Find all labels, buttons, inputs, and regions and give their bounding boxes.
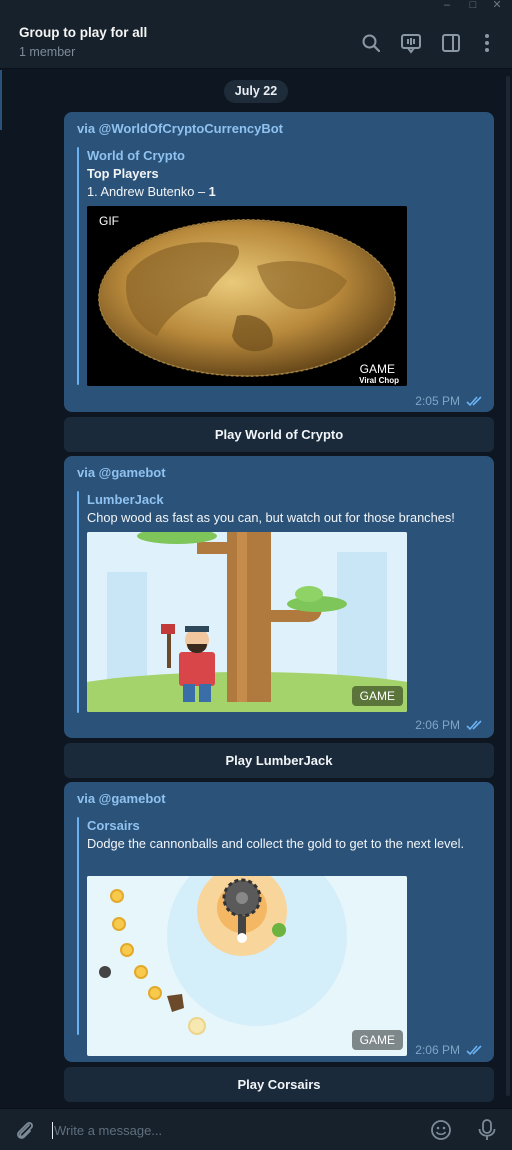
sidebar-icon[interactable] [440, 32, 462, 54]
game-title: LumberJack [87, 492, 164, 507]
game-badge: GAME [351, 686, 403, 706]
chat-title[interactable]: Group to play for all [19, 25, 147, 40]
game-message: via @gamebot LumberJack Chop wood as fas… [64, 456, 494, 738]
maximize-icon[interactable]: □ [466, 0, 480, 11]
game-preview-gif[interactable]: GIF GAME Viral Chop [87, 206, 407, 386]
via-bot-link[interactable]: via @WorldOfCryptoCurrencyBot [77, 121, 283, 136]
read-ticks-icon [466, 1045, 482, 1056]
quote-bar [77, 491, 79, 713]
minimize-icon[interactable]: – [440, 0, 454, 11]
more-icon[interactable] [476, 32, 498, 54]
game-title: Corsairs [87, 818, 140, 833]
date-separator: July 22 [224, 80, 288, 103]
crypto-globe-image [87, 206, 407, 386]
gif-badge: GIF [99, 214, 119, 228]
message-input[interactable] [54, 1118, 414, 1142]
microphone-icon[interactable] [476, 1118, 498, 1142]
game-title: World of Crypto [87, 148, 185, 163]
game-description: Chop wood as fast as you can, but watch … [87, 510, 455, 525]
chat-header: Group to play for all 1 member [0, 12, 512, 69]
emoji-icon[interactable] [430, 1119, 452, 1141]
play-world-of-crypto-button[interactable]: Play World of Crypto [64, 417, 494, 452]
via-bot-link[interactable]: via @gamebot [77, 791, 166, 806]
game-preview-image[interactable]: GAME [87, 876, 407, 1056]
message-composer [0, 1108, 512, 1150]
top-players-heading: Top Players [87, 166, 159, 181]
game-message: via @WorldOfCryptoCurrencyBot World of C… [64, 112, 494, 412]
corsairs-image [87, 876, 407, 1036]
scroll-indicator [0, 70, 2, 130]
video-chat-icon[interactable] [400, 32, 422, 54]
player-score: 1. Andrew Butenko – 1 [87, 183, 216, 201]
message-list[interactable]: July 22 via @WorldOfCryptoCurrencyBot Wo… [0, 70, 512, 1108]
read-ticks-icon [466, 396, 482, 407]
quote-bar [77, 817, 79, 1035]
message-time: 2:05 PM [415, 394, 460, 408]
lumberjack-image [87, 532, 407, 712]
play-corsairs-button[interactable]: Play Corsairs [64, 1067, 494, 1102]
game-preview-image[interactable]: GAME [87, 532, 407, 712]
read-ticks-icon [466, 720, 482, 731]
scrollbar[interactable] [506, 76, 510, 1096]
message-time: 2:06 PM [415, 718, 460, 732]
watermark-label: Viral Chop [359, 376, 399, 385]
player-score-value: 1 [208, 184, 216, 199]
close-icon[interactable]: ✕ [490, 0, 504, 11]
search-icon[interactable] [360, 32, 382, 54]
game-description: Dodge the cannonballs and collect the go… [87, 836, 465, 851]
title-bar: – □ ✕ [0, 0, 512, 12]
player-name: 1. Andrew Butenko – [87, 184, 209, 199]
play-lumberjack-button[interactable]: Play LumberJack [64, 743, 494, 778]
game-badge: GAME [351, 1030, 403, 1050]
text-caret [52, 1122, 53, 1139]
member-count: 1 member [19, 45, 76, 59]
via-bot-link[interactable]: via @gamebot [77, 465, 166, 480]
attach-icon[interactable] [14, 1119, 36, 1141]
message-time: 2:06 PM [415, 1043, 460, 1057]
quote-bar [77, 147, 79, 385]
game-badge: GAME [359, 362, 395, 376]
game-message: via @gamebot Corsairs Dodge the cannonba… [64, 782, 494, 1062]
